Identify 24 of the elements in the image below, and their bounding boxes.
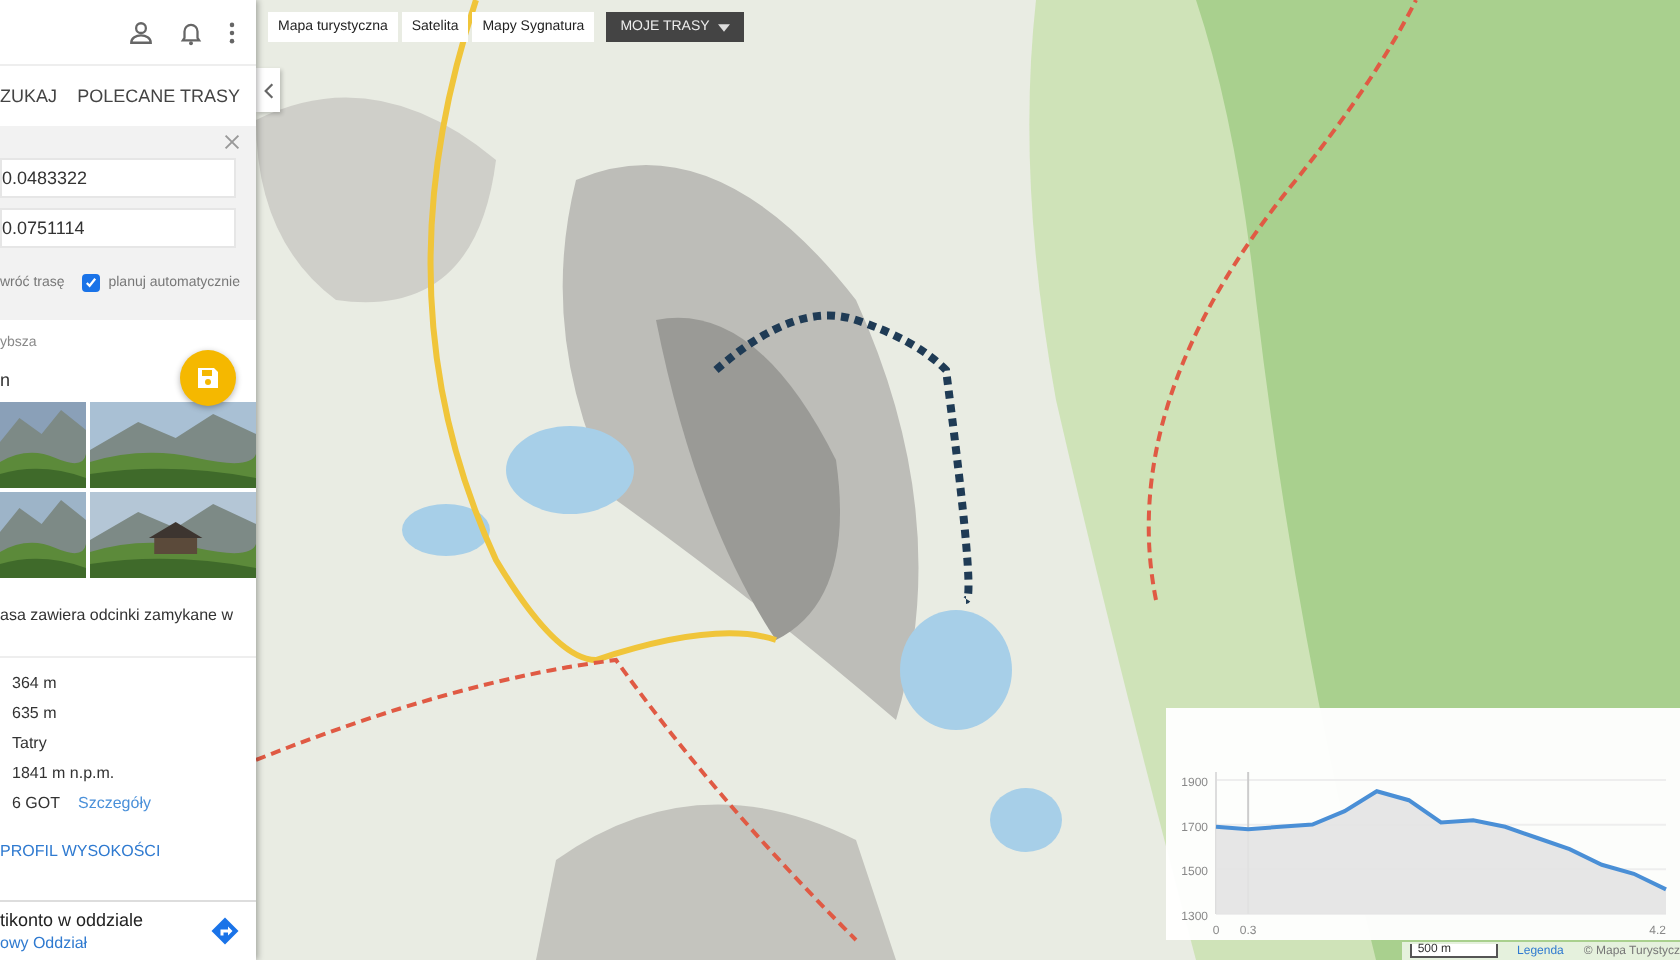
chevron-left-icon <box>263 81 273 99</box>
close-icon[interactable] <box>224 134 240 150</box>
save-icon <box>196 366 220 390</box>
save-button[interactable] <box>180 350 236 406</box>
route-type-value: n <box>0 370 11 390</box>
more-icon[interactable] <box>228 19 236 45</box>
checkbox[interactable] <box>82 274 101 292</box>
ad-title: tikonto w oddziale <box>0 910 144 930</box>
user-icon[interactable] <box>128 19 154 45</box>
coordinate-field[interactable]: 0.0483322 <box>0 158 236 198</box>
stat-value: 364 m <box>12 674 57 692</box>
directions-icon[interactable] <box>210 916 240 946</box>
ad-subtitle: owy Oddział <box>0 934 90 952</box>
tab[interactable]: ZUKAJ <box>0 86 70 106</box>
collapse-button[interactable] <box>256 68 280 112</box>
caret-down-icon <box>717 23 730 31</box>
stat-value: 635 m <box>12 704 57 722</box>
tab[interactable]: POLECANE TRASY <box>77 86 256 106</box>
stat-value: 6 GOT <box>12 794 61 812</box>
coordinate-field[interactable]: 0.0751114 <box>0 208 236 248</box>
stat-value: 1841 m n.p.m. <box>12 764 115 782</box>
bell-icon[interactable] <box>178 19 204 45</box>
stat-value: Tatry <box>12 734 47 752</box>
elevation-profile-button[interactable]: PROFIL WYSOKOŚCI <box>0 812 256 878</box>
